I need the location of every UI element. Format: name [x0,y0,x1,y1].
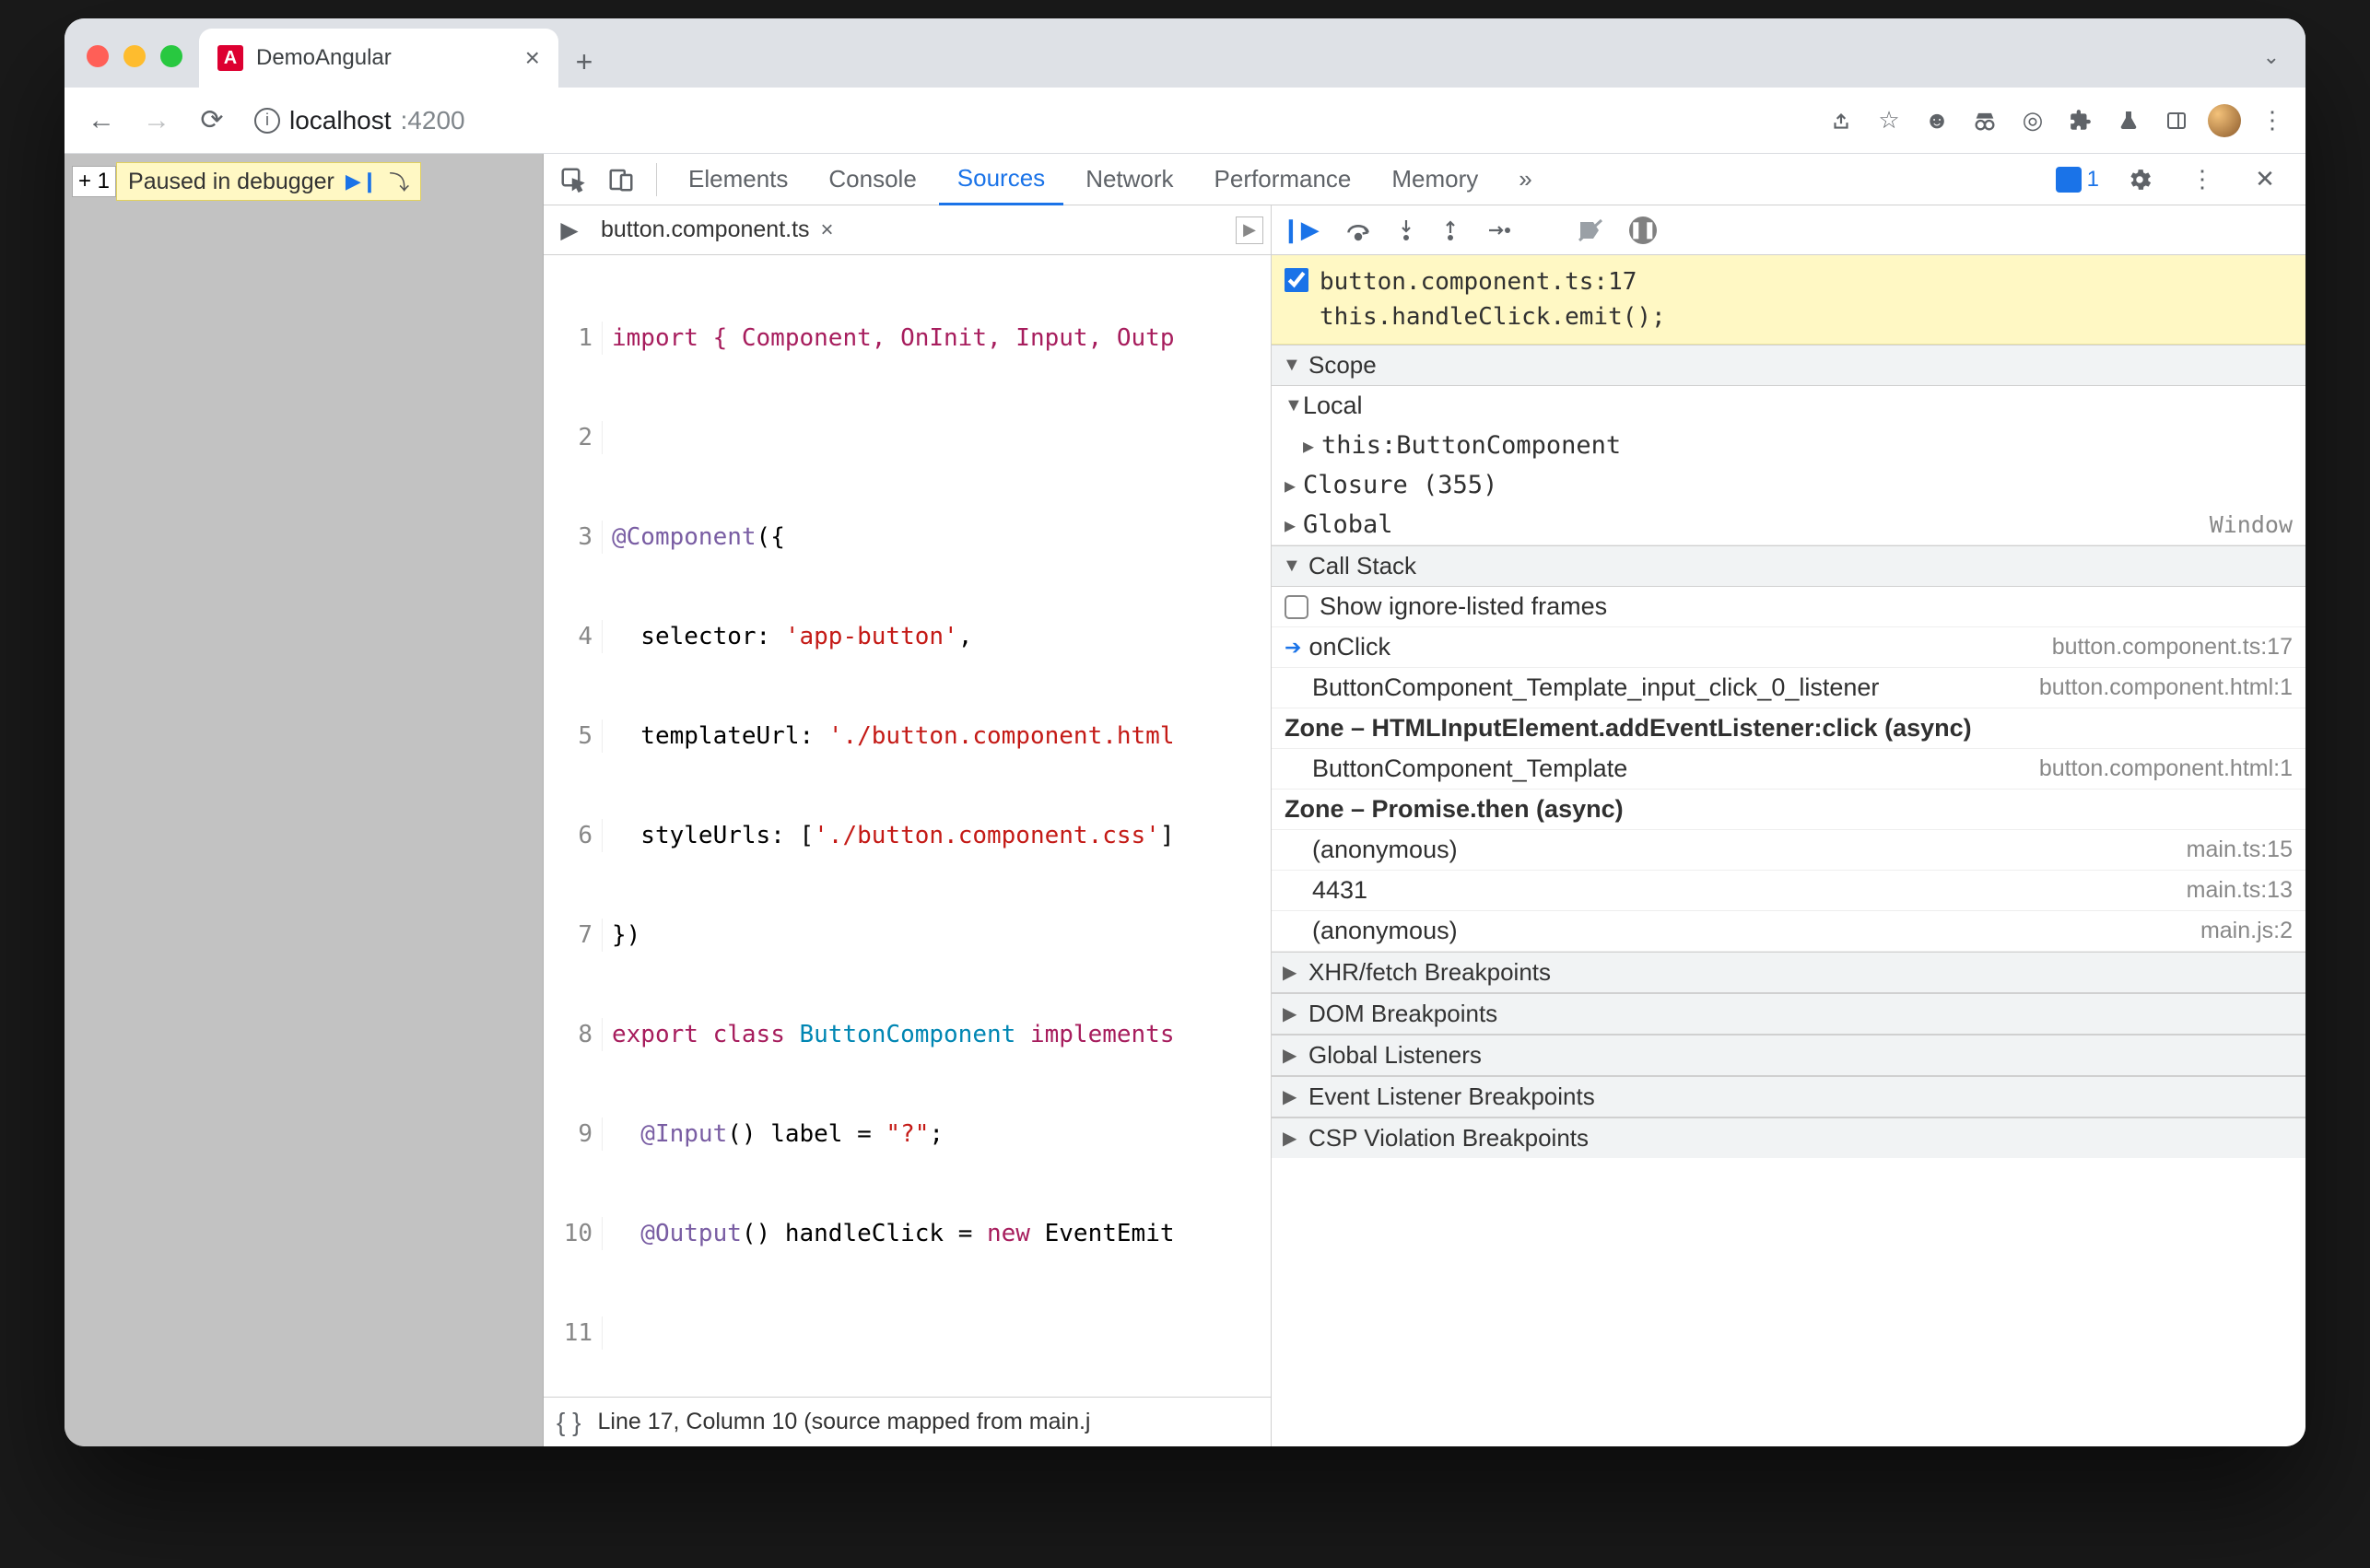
browser-tab[interactable]: A DemoAngular × [199,29,558,88]
section-global-listeners[interactable]: ▶Global Listeners [1272,1035,2305,1076]
tabs-more[interactable]: » [1500,154,1550,205]
scope-closure[interactable]: ▶Closure (355) [1272,465,2305,505]
tab-sources[interactable]: Sources [939,154,1063,205]
resume-button[interactable]: ❙▶ [1281,216,1320,244]
callstack-frame[interactable]: ➔onClickbutton.component.ts:17 [1272,627,2305,668]
reload-button[interactable]: ⟳ [190,99,234,143]
source-code[interactable]: 1import { Component, OnInit, Input, Outp… [544,255,1271,1397]
editor-file-tab[interactable]: button.component.ts × [588,216,847,243]
address-bar[interactable]: i localhost :4200 [245,106,465,135]
close-window-button[interactable] [87,45,109,67]
editor-tabbar: ▶ button.component.ts × ▶ [544,205,1271,255]
window-controls [79,45,199,88]
issues-button[interactable]: 1 [2056,167,2099,193]
settings-gear-icon[interactable] [2118,158,2162,202]
callstack-frame[interactable]: ButtonComponent_Templatebutton.component… [1272,749,2305,790]
step-into-button[interactable] [1397,218,1415,242]
extension-icon-3[interactable]: ◎ [2014,102,2051,139]
step-out-button[interactable] [1441,218,1460,242]
section-callstack[interactable]: ▼Call Stack [1272,545,2305,587]
url-host: localhost [289,106,392,135]
cursor-position: Line 17, Column 10 (source mapped from m… [597,1409,1090,1435]
deactivate-breakpoints-button[interactable] [1578,218,1603,242]
scope-global[interactable]: ▶GlobalWindow [1272,505,2305,545]
bookmark-icon[interactable]: ☆ [1871,102,1907,139]
section-xhr[interactable]: ▶XHR/fetch Breakpoints [1272,952,2305,993]
toolbar: ← → ⟳ i localhost :4200 ☆ ☻ ◎ ⋮ [65,88,2305,154]
show-ignore-listed[interactable]: Show ignore-listed frames [1272,587,2305,627]
sources-panel: ▶ button.component.ts × ▶ 1import { Comp… [544,205,2305,1446]
editor-statusbar: { } Line 17, Column 10 (source mapped fr… [544,1397,1271,1446]
browser-window: A DemoAngular × + ⌄ ← → ⟳ i localhost :42… [65,18,2305,1446]
callstack-frame[interactable]: 4431main.ts:13 [1272,871,2305,911]
pause-exceptions-button[interactable]: ❚❚ [1629,216,1657,244]
devtools: Elements Console Sources Network Perform… [544,154,2305,1446]
callstack-frame[interactable]: Zone – Promise.then (async) [1272,790,2305,830]
navigator-toggle-icon[interactable]: ▶ [551,216,588,244]
tab-performance[interactable]: Performance [1196,154,1370,205]
devtools-menu-icon[interactable]: ⋮ [2180,158,2224,202]
extension-icon-incognito[interactable] [1966,102,2003,139]
profile-avatar[interactable] [2206,102,2243,139]
new-tab-button[interactable]: + [558,36,610,88]
tab-elements[interactable]: Elements [670,154,806,205]
callstack-frame[interactable]: (anonymous)main.ts:15 [1272,830,2305,871]
side-panel-icon[interactable] [2158,102,2195,139]
section-dom[interactable]: ▶DOM Breakpoints [1272,993,2305,1035]
callstack-frame[interactable]: ButtonComponent_Template_input_click_0_l… [1272,668,2305,708]
site-info-icon[interactable]: i [254,108,280,134]
step-over-button[interactable] [1345,219,1371,241]
scope-this[interactable]: ▶this: ButtonComponent [1272,426,2305,465]
share-icon[interactable] [1823,102,1860,139]
breakpoint-file: button.component.ts:17 [1320,264,1666,299]
back-button[interactable]: ← [79,99,123,143]
page-viewport: + 1 Paused in debugger ▶❙ ⤵ [65,154,544,1446]
paused-overlay: + 1 Paused in debugger ▶❙ ⤵ [72,161,421,202]
content-area: + 1 Paused in debugger ▶❙ ⤵ Elements Con… [65,154,2305,1446]
minimize-window-button[interactable] [123,45,146,67]
overlay-resume-icon[interactable]: ▶❙ [346,170,378,193]
section-csp[interactable]: ▶CSP Violation Breakpoints [1272,1117,2305,1158]
tab-strip: A DemoAngular × + ⌄ [65,18,2305,88]
callstack-frame[interactable]: (anonymous)main.js:2 [1272,911,2305,952]
angular-favicon: A [217,45,243,71]
forward-button[interactable]: → [135,99,179,143]
tab-console[interactable]: Console [810,154,934,205]
extensions-puzzle-icon[interactable] [2062,102,2099,139]
devtools-tabbar: Elements Console Sources Network Perform… [544,154,2305,205]
section-event-listener[interactable]: ▶Event Listener Breakpoints [1272,1076,2305,1117]
code-editor: ▶ button.component.ts × ▶ 1import { Comp… [544,205,1272,1446]
url-port: :4200 [401,106,465,135]
browser-menu-icon[interactable]: ⋮ [2254,102,2291,139]
tabs-overflow-button[interactable]: ⌄ [2263,45,2291,88]
scope-local[interactable]: ▼Local [1272,386,2305,426]
tab-close-icon[interactable]: × [525,43,540,73]
extension-icon-1[interactable]: ☻ [1918,102,1955,139]
device-toggle-icon[interactable] [599,158,643,202]
debugger-sidebar: ❙▶ ❚❚ button.component.ts:17 this [1272,205,2305,1446]
step-button[interactable] [1485,221,1511,240]
labs-icon[interactable] [2110,102,2147,139]
tab-network[interactable]: Network [1067,154,1191,205]
section-scope[interactable]: ▼Scope [1272,345,2305,386]
tab-memory[interactable]: Memory [1373,154,1496,205]
breakpoint-hit: button.component.ts:17 this.handleClick.… [1272,255,2305,345]
breakpoint-code: this.handleClick.emit(); [1320,299,1666,334]
debugger-controls: ❙▶ ❚❚ [1272,205,2305,255]
more-tabs-icon[interactable]: ▶ [1236,216,1263,244]
maximize-window-button[interactable] [160,45,182,67]
breakpoint-checkbox[interactable] [1285,268,1308,292]
tab-title: DemoAngular [256,45,392,71]
devtools-close-icon[interactable]: ✕ [2243,158,2287,202]
overlay-step-icon[interactable]: ⤵ [389,167,409,196]
callstack-frame[interactable]: Zone – HTMLInputElement.addEventListener… [1272,708,2305,749]
overlay-left-widget[interactable]: + 1 [72,166,116,197]
inspect-element-icon[interactable] [551,158,595,202]
paused-label: Paused in debugger [128,169,334,195]
pretty-print-icon[interactable]: { } [557,1408,581,1437]
close-file-icon[interactable]: × [821,217,834,243]
